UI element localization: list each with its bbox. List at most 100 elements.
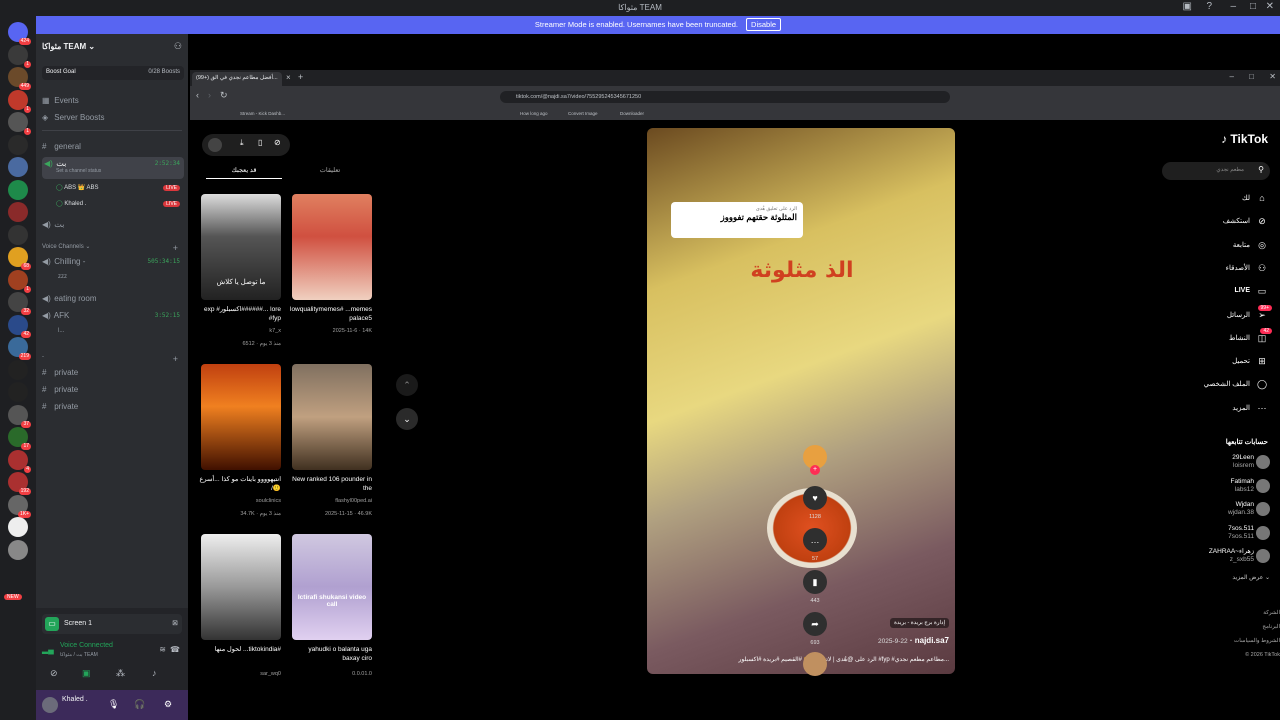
- maximize-icon[interactable]: □: [1250, 1, 1256, 12]
- minimize-icon[interactable]: –: [1230, 1, 1236, 12]
- server-icon[interactable]: 424: [8, 22, 31, 45]
- new-tab-icon[interactable]: +: [298, 72, 303, 82]
- microphone-icon[interactable]: 🎙: [108, 699, 119, 710]
- phone-icon[interactable]: ▯: [258, 138, 262, 147]
- save-button[interactable]: ▮: [803, 570, 827, 594]
- video-author[interactable]: 0.0.01.0: [290, 671, 372, 677]
- video-author-line[interactable]: 2025-9-22 · najdi.sa7: [878, 636, 949, 645]
- share-button[interactable]: ➦: [803, 612, 827, 636]
- server-icon[interactable]: 1: [8, 269, 31, 293]
- server-icon[interactable]: 1: [8, 112, 31, 135]
- nav-friends[interactable]: ⚇ الأصدقاء: [1182, 262, 1272, 276]
- bookmark-item[interactable]: Convert Image: [568, 111, 598, 116]
- channel-private-1[interactable]: # private: [42, 368, 184, 377]
- server-icon[interactable]: 42: [8, 314, 31, 338]
- video-caption[interactable]: انتيهوووو باينات مو كذا ...أسرع /🙂: [199, 476, 281, 493]
- tab-you-may-like[interactable]: قد يعجبك: [206, 166, 282, 179]
- bookmark-item[interactable]: How long ago: [520, 111, 548, 116]
- nav-compass[interactable]: ⊘ استكشف: [1182, 215, 1272, 229]
- server-icon[interactable]: 1K+: [8, 494, 31, 518]
- avatar[interactable]: [208, 138, 222, 152]
- username[interactable]: Khaled .: [62, 696, 88, 703]
- activities-icon[interactable]: ⁂: [116, 668, 125, 679]
- followed-account[interactable]: 7sos.511 7sos.511: [1228, 525, 1254, 541]
- footer-link[interactable]: الشروط والسياسات: [1234, 634, 1280, 648]
- tiktok-logo[interactable]: ♪ TikTok: [1221, 132, 1268, 146]
- server-icon[interactable]: [8, 382, 28, 402]
- server-icon[interactable]: 192: [8, 472, 31, 495]
- disable-button[interactable]: Disable: [746, 18, 782, 31]
- footer-link[interactable]: البرنامج: [1234, 620, 1280, 634]
- server-icon[interactable]: 449: [8, 67, 31, 90]
- settings-gear-icon[interactable]: ⚙: [164, 699, 172, 710]
- voice-member-zzz[interactable]: zzz: [42, 274, 184, 280]
- screen-share-toggle-icon[interactable]: ▣: [82, 668, 91, 679]
- server-icon[interactable]: 32: [8, 292, 31, 315]
- server-icon[interactable]: [8, 157, 28, 177]
- followed-account[interactable]: ZAHRAA~زهراء z_sxb55: [1209, 548, 1254, 564]
- channel-eating-room[interactable]: ◀) eating room: [42, 294, 184, 303]
- channel-general[interactable]: # general: [42, 142, 184, 151]
- add-channel-icon[interactable]: +: [173, 354, 178, 364]
- headphones-icon[interactable]: 🎧: [134, 699, 145, 710]
- next-video-icon[interactable]: ⌄: [396, 408, 418, 430]
- download-icon[interactable]: ⤓: [240, 138, 244, 148]
- add-channel-icon[interactable]: +: [173, 243, 178, 253]
- video-description[interactable]: الرد على @هُدى | لاتفوتكم🙌 #القصيم #بريد…: [653, 656, 949, 663]
- window-maximize-icon[interactable]: □: [1249, 72, 1254, 81]
- server-icon[interactable]: [8, 179, 28, 200]
- stop-stream-icon[interactable]: ⊠: [172, 619, 178, 627]
- nav-following[interactable]: ◎ متابعة: [1182, 239, 1272, 253]
- channel-voice-bt[interactable]: ◀) بت 2:52:34 Set a channel status: [42, 157, 184, 179]
- channel-text-bt[interactable]: ◀) بت: [42, 220, 184, 229]
- inbox-icon[interactable]: ▣: [1183, 1, 1192, 12]
- server-boosts-link[interactable]: ◈ Server Boosts: [42, 113, 184, 122]
- followed-account[interactable]: 29Leen loisrem: [1232, 454, 1254, 470]
- soundboard-icon[interactable]: ♪: [152, 668, 157, 678]
- avatar[interactable]: [1256, 478, 1270, 493]
- server-icon[interactable]: [8, 134, 28, 155]
- server-icon[interactable]: 1: [8, 89, 31, 113]
- footer-link[interactable]: الشركة: [1234, 606, 1280, 620]
- avatar[interactable]: [1256, 502, 1270, 516]
- window-close-icon[interactable]: ✕: [1269, 72, 1276, 81]
- compass-icon[interactable]: ⊘: [274, 138, 281, 147]
- search-input[interactable]: ⚲ مطعم نجدي: [1162, 162, 1270, 180]
- server-icon[interactable]: 37: [8, 404, 31, 428]
- nav-activity[interactable]: ◫ النشاط 42: [1182, 327, 1272, 346]
- back-icon[interactable]: ‹: [196, 90, 199, 100]
- help-icon[interactable]: ?: [1206, 1, 1212, 12]
- server-icon[interactable]: [8, 517, 28, 537]
- reload-icon[interactable]: ↻: [220, 90, 228, 101]
- like-button[interactable]: ♥: [803, 486, 827, 510]
- bookmark-item[interactable]: Downloader: [620, 111, 644, 116]
- events-link[interactable]: ▦ Events: [42, 96, 184, 105]
- tab-comments[interactable]: تعليقات: [292, 166, 368, 178]
- server-icon[interactable]: 1: [8, 44, 31, 68]
- url-input[interactable]: tiktok.com/@najdi.sa7/video/755295245345…: [500, 91, 950, 103]
- server-icon[interactable]: [8, 359, 28, 380]
- video-thumbnail[interactable]: [201, 534, 281, 640]
- server-icon[interactable]: 219: [8, 337, 31, 360]
- screen-share-card[interactable]: ▭ Screen 1 ⊠: [42, 614, 182, 634]
- disconnect-icon[interactable]: ☎: [170, 645, 180, 654]
- close-icon[interactable]: ✕: [1266, 1, 1274, 12]
- server-icon[interactable]: 68: [8, 247, 31, 270]
- channel-private-3[interactable]: # private: [42, 402, 184, 411]
- channel-status[interactable]: Set a channel status: [56, 168, 182, 174]
- video-thumbnail[interactable]: [292, 194, 372, 300]
- avatar[interactable]: [1256, 525, 1270, 540]
- guild-name[interactable]: مثواكا TEAM ⌄: [42, 42, 184, 51]
- nav-more[interactable]: ⋯ المزيد: [1182, 402, 1272, 416]
- video-author[interactable]: flashyl00ped.ai: [290, 498, 372, 504]
- server-icon[interactable]: 17: [8, 427, 31, 450]
- channel-afk[interactable]: ◀) AFK 3:52:15: [42, 311, 184, 320]
- video-caption[interactable]: لحول منها ...tiktokindia#: [199, 646, 281, 655]
- forward-icon[interactable]: ›: [208, 90, 211, 100]
- browser-tab[interactable]: (99+) أفضل مطاعم نجدي في الق...: [192, 72, 282, 86]
- bookmark-item[interactable]: Stream - Kick Dashb...: [240, 111, 285, 116]
- nav-upload[interactable]: ⊞ تحميل: [1182, 355, 1272, 369]
- server-icon[interactable]: [8, 539, 28, 560]
- follow-plus-icon[interactable]: +: [810, 465, 820, 475]
- followed-account[interactable]: Fatimah labs12: [1231, 478, 1254, 494]
